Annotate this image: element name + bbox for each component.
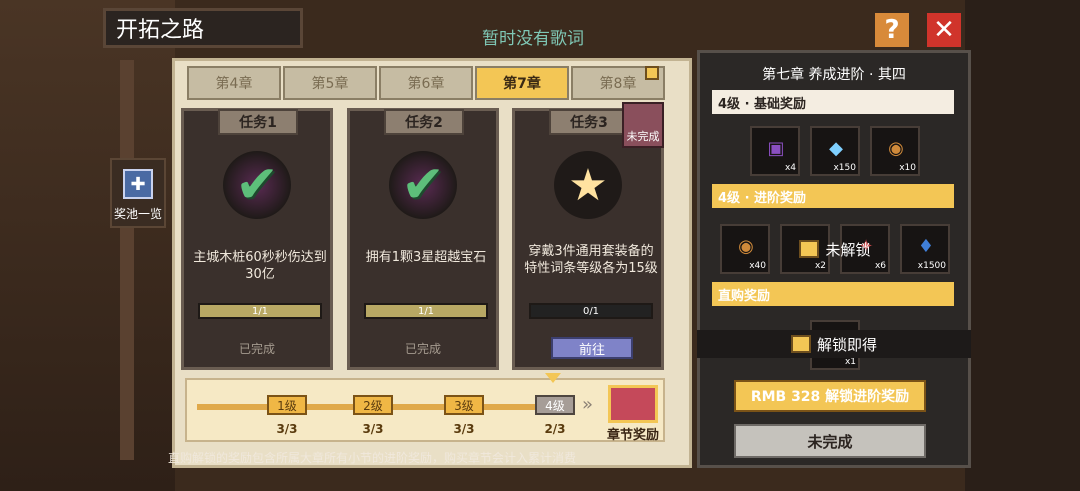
task-progress-bar: 1/1: [198, 303, 322, 319]
help-button[interactable]: ?: [872, 10, 912, 50]
unlock-label: 解锁即得: [816, 335, 877, 354]
task-status: 已完成: [404, 342, 441, 356]
task-progress-text: 1/1: [251, 305, 269, 317]
side-panel-title: 第七章 养成进阶 · 其四: [762, 67, 906, 83]
close-button[interactable]: ✕: [924, 10, 964, 50]
tab-chapter-4[interactable]: 第4章: [187, 66, 281, 100]
title-bar: 开拓之路: [103, 8, 303, 48]
task-card-2: 任务2 ✔ 拥有1颗3星超越宝石 1/1 已完成: [347, 108, 499, 370]
advanced-lock-overlay: 未解锁: [700, 232, 970, 266]
wood-frame-left: [0, 0, 175, 491]
task-header: 任务2: [384, 109, 464, 135]
reward-qty: x4: [784, 163, 796, 173]
task-progress-text: 1/1: [417, 305, 435, 317]
check-icon: ✔: [401, 155, 445, 215]
lyrics-subtitle: 暂时没有歌词: [482, 29, 584, 49]
close-icon: ✕: [933, 15, 955, 45]
current-level-marker: [545, 373, 561, 383]
level-count-2: 3/3: [362, 422, 384, 436]
level-count-4: 2/3: [544, 422, 566, 436]
direct-reward-band: 直购奖励: [712, 282, 954, 306]
help-icon: ?: [884, 15, 900, 45]
medal-icon: ◉: [888, 137, 904, 159]
unlock-row: 解锁即得: [697, 330, 971, 358]
level-pill-1[interactable]: 1级: [267, 395, 307, 415]
chapter-chest-icon[interactable]: [608, 385, 658, 423]
lock-icon: [790, 335, 811, 353]
task-progress-bar: 0/1: [529, 303, 653, 319]
reward-qty: x10: [899, 163, 916, 173]
task-art: ✔: [389, 151, 457, 219]
locked-label: 未解锁: [825, 240, 871, 259]
task-description: 主城木桩60秒秒伤达到30亿: [193, 250, 327, 282]
level-pill-3[interactable]: 3级: [444, 395, 484, 415]
incomplete-tag: 未完成: [622, 102, 664, 148]
reward-qty: x150: [833, 163, 856, 173]
task-description: 穿戴3件通用套装备的特性词条等级各为15级: [524, 244, 658, 276]
tab-chapter-6[interactable]: 第6章: [379, 66, 473, 100]
level-count-3: 3/3: [453, 422, 475, 436]
reward-pool-icon: ✚: [123, 169, 153, 199]
tab-chapter-5[interactable]: 第5章: [283, 66, 377, 100]
reward-qty: x1: [844, 357, 856, 367]
lock-icon: [799, 240, 820, 258]
page-title: 开拓之路: [116, 18, 205, 43]
task-art: ★: [554, 151, 622, 219]
footer-note: 直购解锁的奖励包含所属大章所有小节的进阶奖励，购买章节会计入累计消费: [168, 451, 577, 465]
task-header: 任务3: [549, 109, 629, 135]
chapter-reward-label: 章节奖励: [606, 428, 659, 443]
check-icon: ✔: [235, 155, 279, 215]
level-pill-2[interactable]: 2级: [353, 395, 393, 415]
reward-pool-button[interactable]: ✚ 奖池一览: [110, 158, 166, 228]
tab-chapter-7[interactable]: 第7章: [475, 66, 569, 100]
task-art: ✔: [223, 151, 291, 219]
advanced-reward-band: 4级 · 进阶奖励: [712, 184, 954, 208]
star-icon: ★: [568, 159, 608, 211]
diamond-icon: ◆: [829, 137, 843, 159]
chapter-lock-icon: [645, 66, 659, 80]
level-count-1: 3/3: [276, 422, 298, 436]
reward-slot[interactable]: ▣ x4: [750, 126, 800, 176]
go-button[interactable]: 前往: [551, 337, 633, 359]
wood-frame-right: [965, 0, 1080, 491]
claim-status-button[interactable]: 未完成: [734, 424, 926, 458]
task-description: 拥有1颗3星超越宝石: [365, 250, 487, 265]
unlock-advanced-button[interactable]: RMB 328 解锁进阶奖励: [734, 380, 926, 412]
reward-slot[interactable]: ◉ x10: [870, 126, 920, 176]
task-progress-text: 0/1: [582, 305, 600, 317]
reward-pool-label: 奖池一览: [113, 207, 162, 221]
task-header: 任务1: [218, 109, 298, 135]
chevron-right-icon: »: [582, 394, 594, 415]
chapter-tabs: 第4章 第5章 第6章 第7章 第8章: [187, 66, 667, 100]
basic-reward-band: 4级 · 基础奖励: [712, 90, 954, 114]
task-status: 已完成: [238, 342, 275, 356]
level-pill-4[interactable]: 4级: [535, 395, 575, 415]
reward-slot[interactable]: ◆ x150: [810, 126, 860, 176]
task-card-1: 任务1 ✔ 主城木桩60秒秒伤达到30亿 1/1 已完成: [181, 108, 333, 370]
card-icon: ▣: [767, 137, 785, 159]
task-progress-bar: 1/1: [364, 303, 488, 319]
